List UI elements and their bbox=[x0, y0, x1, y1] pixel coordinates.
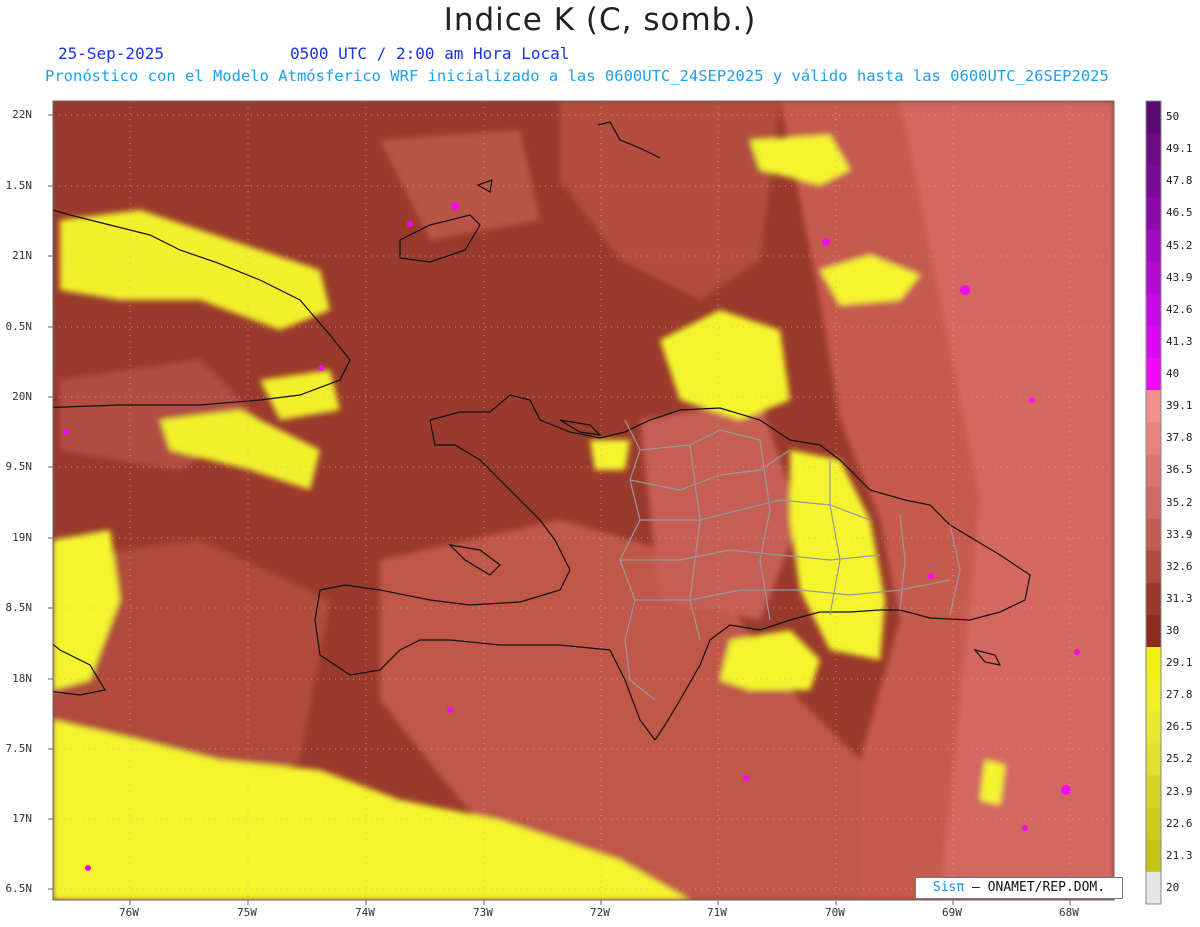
colorbar-label: 32.6 bbox=[1166, 559, 1193, 573]
colorbar-label: 23.9 bbox=[1166, 784, 1193, 798]
colorbar-label: 47.8 bbox=[1166, 174, 1193, 188]
magenta-spot bbox=[447, 707, 453, 713]
magenta-spot bbox=[318, 365, 324, 371]
colorbar-swatch bbox=[1146, 197, 1161, 230]
longitude-label: 69W bbox=[942, 906, 962, 919]
colorbar-label: 27.8 bbox=[1166, 688, 1193, 702]
latitude-label: 6.5N bbox=[5, 882, 33, 895]
latitude-label: 1.5N bbox=[5, 179, 33, 192]
colorbar-swatch bbox=[1146, 614, 1161, 648]
colorbar-label: 30 bbox=[1166, 623, 1180, 637]
colorbar-label: 29.1 bbox=[1166, 656, 1193, 670]
longitude-label: 73W bbox=[473, 906, 493, 919]
colorbar-swatch bbox=[1146, 454, 1161, 487]
magenta-spot bbox=[451, 202, 459, 210]
colorbar-swatch bbox=[1146, 775, 1161, 809]
colorbar-label: 45.2 bbox=[1166, 238, 1193, 252]
colorbar-label: 21.3 bbox=[1166, 848, 1193, 862]
colorbar-swatch bbox=[1146, 839, 1161, 873]
colorbar-label: 42.6 bbox=[1166, 302, 1193, 316]
k-index-map bbox=[48, 100, 1162, 905]
colorbar-swatch bbox=[1146, 679, 1161, 712]
latitude-label: 17N bbox=[12, 812, 32, 825]
colorbar-label: 41.3 bbox=[1166, 334, 1193, 348]
colorbar-swatch bbox=[1146, 550, 1161, 584]
latitude-label: 22N bbox=[12, 108, 32, 121]
colorbar-label: 43.9 bbox=[1166, 270, 1193, 284]
magenta-spot bbox=[743, 775, 749, 781]
magenta-spot bbox=[1061, 785, 1071, 795]
colorbar-swatch bbox=[1146, 582, 1161, 616]
longitude-label: 71W bbox=[707, 906, 727, 919]
magenta-spot bbox=[822, 238, 830, 246]
credit-brand: Sisπ bbox=[932, 880, 965, 895]
latitude-label: 8.5N bbox=[5, 601, 33, 614]
colorbar-label: 37.8 bbox=[1166, 431, 1193, 445]
magenta-spot bbox=[1074, 649, 1080, 655]
colorbar-label: 33.9 bbox=[1166, 527, 1193, 541]
latitude-label: 20N bbox=[12, 390, 32, 403]
longitude-label: 70W bbox=[825, 906, 845, 919]
magenta-spot bbox=[960, 285, 970, 295]
latitude-label: 9.5N bbox=[5, 460, 33, 473]
credit-text: – ONAMET/REP.DOM. bbox=[972, 880, 1106, 895]
colorbar-label: 50 bbox=[1166, 110, 1180, 124]
colorbar-swatch bbox=[1146, 261, 1161, 295]
colorbar-swatch bbox=[1146, 518, 1161, 552]
colorbar-swatch bbox=[1146, 229, 1161, 263]
colorbar-label: 22.6 bbox=[1166, 816, 1193, 830]
magenta-spot bbox=[407, 221, 413, 227]
colorbar-label: 26.5 bbox=[1166, 720, 1193, 734]
colorbar-swatch bbox=[1146, 165, 1161, 198]
colorbar-label: 31.3 bbox=[1166, 591, 1193, 605]
latitude-label: 18N bbox=[12, 672, 32, 685]
colorbar-label: 39.1 bbox=[1166, 399, 1193, 413]
colorbar bbox=[1145, 100, 1162, 905]
colorbar-swatch bbox=[1146, 390, 1161, 423]
yellow-zone-haiti-north bbox=[590, 440, 630, 470]
longitude-label: 72W bbox=[590, 906, 610, 919]
colorbar-swatch bbox=[1146, 293, 1161, 327]
colorbar-swatch bbox=[1146, 422, 1161, 455]
latitude-label: 0.5N bbox=[5, 320, 33, 333]
colorbar-swatch bbox=[1146, 711, 1161, 744]
colorbar-label: 46.5 bbox=[1166, 206, 1193, 220]
colorbar-swatch bbox=[1146, 101, 1161, 134]
colorbar-swatch bbox=[1146, 871, 1161, 905]
colorbar-swatch bbox=[1146, 647, 1161, 680]
colorbar-swatch bbox=[1146, 807, 1161, 841]
colorbar-label: 20 bbox=[1166, 880, 1180, 894]
magenta-spot bbox=[1029, 397, 1035, 403]
colorbar-swatch bbox=[1146, 133, 1161, 166]
colorbar-label: 25.2 bbox=[1166, 752, 1193, 766]
colorbar-label: 49.1 bbox=[1166, 142, 1193, 156]
longitude-label: 75W bbox=[237, 906, 257, 919]
colorbar-label: 36.5 bbox=[1166, 463, 1193, 477]
magenta-spot bbox=[63, 429, 69, 435]
magenta-spot bbox=[928, 573, 934, 579]
colorbar-swatch bbox=[1146, 486, 1161, 520]
latitude-label: 19N bbox=[12, 531, 32, 544]
latitude-label: 21N bbox=[12, 249, 32, 262]
colorbar-swatch bbox=[1146, 325, 1161, 359]
colorbar-label: 35.2 bbox=[1166, 495, 1193, 509]
magenta-spot bbox=[85, 865, 91, 871]
colorbar-label: 40 bbox=[1166, 367, 1180, 381]
credit-box: Sisπ – ONAMET/REP.DOM. bbox=[915, 877, 1123, 899]
longitude-label: 76W bbox=[119, 906, 139, 919]
longitude-label: 74W bbox=[355, 906, 375, 919]
magenta-spot bbox=[1022, 825, 1028, 831]
colorbar-swatch bbox=[1146, 743, 1161, 777]
colorbar-swatch bbox=[1146, 357, 1161, 391]
latitude-label: 7.5N bbox=[5, 742, 33, 755]
longitude-label: 68W bbox=[1059, 906, 1079, 919]
